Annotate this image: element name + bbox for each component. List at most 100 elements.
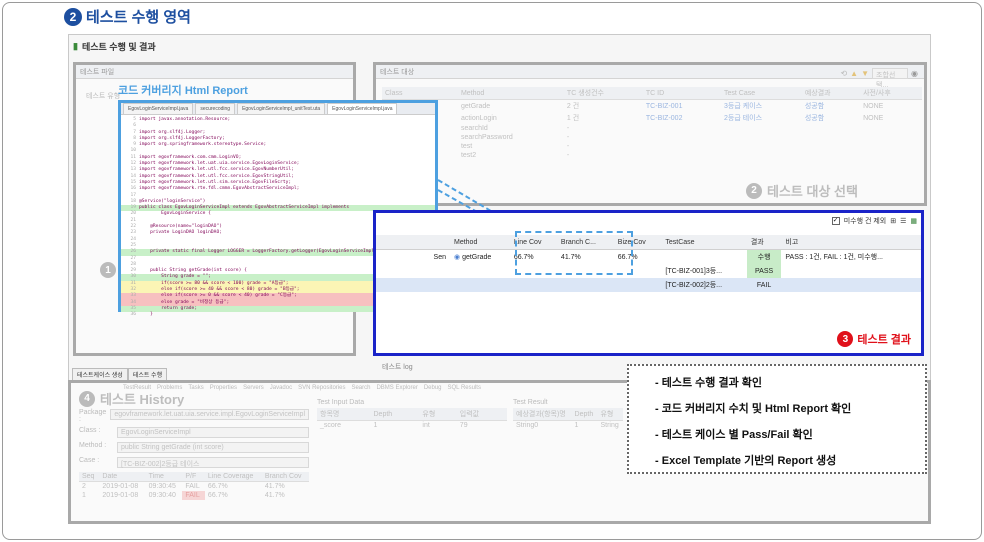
target-row[interactable]: serviceImpltest2-	[382, 151, 922, 160]
col-depth[interactable]: Depth	[571, 408, 598, 421]
col-method[interactable]: Method	[457, 87, 564, 100]
target-row[interactable]: serviceImplgetGrade2 건TC-BIZ-0013등급 케이스성…	[382, 100, 922, 113]
result-row-selected[interactable]: [TC-BIZ-002]2등... FAIL	[376, 278, 921, 292]
tool-tab[interactable]: Debug	[424, 385, 442, 391]
cell: 79	[459, 422, 468, 429]
list-icon[interactable]: ☰	[900, 217, 906, 225]
target-row[interactable]: serviceImplsearchPassword-	[382, 133, 922, 142]
col-type[interactable]: 유형	[419, 408, 457, 421]
cell: 성공함	[804, 115, 825, 122]
tool-tab[interactable]: Search	[351, 385, 370, 391]
refresh-icon[interactable]: ⟲	[840, 69, 847, 78]
col-seq[interactable]: Seq	[79, 472, 100, 482]
line-text: import egovframework.rte.fdl.cmmn.EgovAb…	[139, 186, 300, 192]
col-pf[interactable]: P/F	[182, 472, 205, 482]
col-branch-cov[interactable]: Branch Cov	[261, 472, 309, 482]
col-depth[interactable]: Depth	[370, 408, 420, 421]
note-item: Excel Template 기반의 Report 생성	[655, 452, 915, 468]
col-tc-id[interactable]: TC ID	[642, 87, 721, 100]
up-icon[interactable]: ▲	[850, 69, 858, 78]
tool-tab[interactable]: Properties	[210, 385, 237, 391]
target-header-text: 테스트 대상	[380, 69, 415, 76]
col-class[interactable]: Class	[382, 87, 458, 100]
method-icon: ◉	[454, 254, 461, 261]
editor-tabs: EgovLoginServiceImpl.java securecoding E…	[121, 103, 435, 115]
cell: 2등급 테이스	[724, 115, 763, 122]
col-line-coverage[interactable]: Line Coverage	[204, 472, 262, 482]
editor-tab[interactable]: EgovLoginServiceImpl.java	[123, 103, 194, 114]
tool-tab[interactable]: Servers	[243, 385, 264, 391]
col-time[interactable]: Time	[145, 472, 183, 482]
col-value[interactable]: 입력값	[456, 408, 507, 421]
result-header: Test Result	[513, 399, 548, 406]
tool-tab[interactable]: SVN Repositories	[298, 385, 345, 391]
heading-number: 2	[64, 7, 82, 26]
col-expected-item[interactable]: 예상결과(항목)명	[513, 408, 572, 421]
coverage-highlight	[515, 231, 633, 275]
history-row[interactable]: 1 2019-01-08 09:30:40 FAIL 66.7% 41.7%	[79, 491, 309, 500]
tool-tab[interactable]: DBMS Explorer	[376, 385, 417, 391]
col-expected[interactable]: 예상결과	[801, 87, 861, 100]
result-row[interactable]: [TC-BIZ-001]3등... PASS	[376, 264, 921, 278]
col-testcase[interactable]: TestCase	[661, 235, 747, 250]
history-row[interactable]: 2 2019-01-08 09:30:45 FAIL 66.7% 41.7%	[79, 482, 309, 492]
col-method[interactable]: Method	[450, 235, 510, 250]
note-item: 테스트 수행 결과 확인	[655, 374, 915, 390]
method-name: getGrade	[462, 254, 492, 261]
class-field[interactable]: EgovLoginServiceImpl	[117, 427, 309, 438]
history-form: Package : egovframework.let.uat.uia.servi…	[79, 409, 309, 500]
result-badge-number: 3	[837, 331, 854, 347]
next-icon[interactable]: ◉	[911, 69, 918, 78]
history-badge-number: 4	[79, 390, 95, 407]
editor-tab[interactable]: securecoding	[195, 103, 236, 114]
cell: searchPassword	[460, 134, 513, 141]
cell: test	[460, 143, 473, 150]
col-date[interactable]: Date	[99, 472, 146, 482]
log-tab[interactable]: 테스트 log	[382, 362, 413, 372]
exclude-unrun-checkbox[interactable]	[831, 216, 840, 225]
result-badge: 3 테스트 결과	[837, 331, 911, 347]
section-heading: 2 테스트 수행 영역	[64, 6, 191, 27]
col-pre-post[interactable]: 사전/사후	[860, 87, 922, 100]
excel-icon[interactable]: ▦	[910, 217, 917, 225]
tool-tab[interactable]: Tasks	[188, 385, 203, 391]
result-badge-label: 테스트 결과	[857, 334, 911, 346]
editor-tab[interactable]: EgovLoginServiceImpl_unitTest.uta	[237, 103, 326, 114]
test-file-header: 테스트 파일	[76, 65, 353, 79]
target-badge-number: 2	[746, 182, 762, 199]
editor-tab-active[interactable]: EgovLoginServiceImpl.java	[327, 103, 398, 114]
method-field[interactable]: public String getGrade (int score)	[117, 442, 309, 453]
col-result[interactable]: 결과	[746, 235, 782, 250]
result-row[interactable]: Sen ◉ getGrade 66.7% 41.7% 66.7% 수행 PASS…	[376, 249, 921, 264]
cell: 2 건	[566, 103, 580, 110]
target-table: Class Method TC 생성건수 TC ID Test Case 예상결…	[382, 87, 922, 160]
history-title: 테스트 History	[100, 392, 185, 407]
add-icon[interactable]: ⊞	[890, 217, 896, 225]
cell-class: Sen	[433, 253, 446, 261]
tool-tab[interactable]: SQL Results	[448, 385, 481, 391]
cell: -	[566, 125, 570, 132]
col-item[interactable]: 항목명	[317, 408, 371, 421]
col-empty	[376, 235, 450, 250]
cell: int	[422, 422, 430, 429]
file-badge: 1	[100, 262, 116, 278]
col-tc-count[interactable]: TC 생성건수	[563, 87, 643, 100]
cell: 2019-01-08	[102, 492, 139, 499]
target-row[interactable]: serviceImpltest-	[382, 142, 922, 151]
expected-row[interactable]: String0 1 String	[513, 421, 623, 431]
combination-select[interactable]: 조합선택...	[872, 68, 909, 89]
package-field[interactable]: egovframework.let.uat.uia.service.impl.E…	[110, 409, 309, 420]
cell: 3등급 케이스	[724, 103, 763, 110]
app-icon: ▮	[73, 41, 78, 51]
input-row[interactable]: _score 1 int 79	[317, 421, 507, 431]
case-select[interactable]: [TC-BIZ-002]2등급 테이스	[117, 457, 309, 468]
col-type[interactable]: 유형	[597, 408, 623, 421]
col-test-case[interactable]: Test Case	[721, 87, 802, 100]
tool-tab[interactable]: Javadoc	[270, 385, 292, 391]
target-row[interactable]: serviceImplsearchId-	[382, 124, 922, 133]
target-row[interactable]: serviceImplactionLogin1 건TC-BIZ-0022등급 테…	[382, 112, 922, 124]
down-icon[interactable]: ▼	[861, 69, 869, 78]
line-text: import javax.annotation.Resource;	[139, 117, 231, 122]
col-note[interactable]: 비고	[781, 235, 921, 250]
note-item: 테스트 케이스 별 Pass/Fail 확인	[655, 426, 915, 442]
